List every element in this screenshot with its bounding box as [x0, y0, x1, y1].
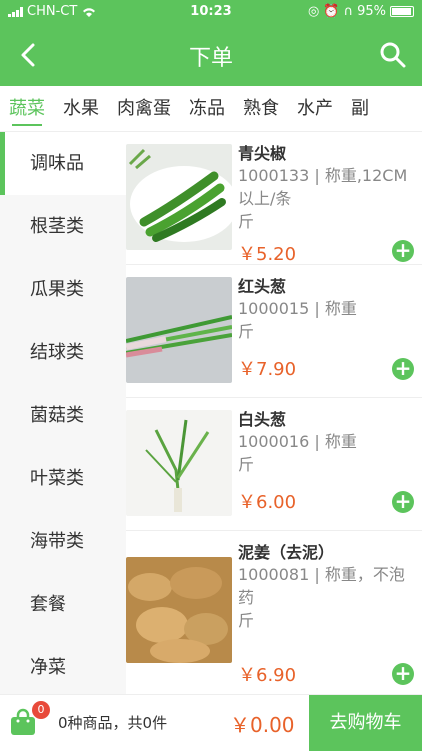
product-name: 青尖椒 — [238, 144, 287, 163]
product-desc: 1000015 | 称重斤 — [238, 299, 357, 341]
add-to-cart-button[interactable]: + — [392, 491, 414, 513]
product-item[interactable]: 红头葱 1000015 | 称重斤 ￥7.90 + — [126, 265, 422, 398]
subcategory-sidebar: 调味品 根茎类 瓜果类 结球类 菌菇类 叶菜类 海带类 套餐 净菜 — [0, 132, 126, 694]
product-image — [126, 144, 232, 250]
product-image — [126, 410, 232, 516]
product-desc: 1000133 | 称重,12CM以上/条斤 — [238, 166, 408, 231]
alarm-icon: ⏰ — [323, 4, 340, 19]
product-image — [126, 557, 232, 663]
product-item[interactable]: 青尖椒 1000133 | 称重,12CM以上/条斤 ￥5.20 + — [126, 132, 422, 265]
add-to-cart-button[interactable]: + — [392, 240, 414, 262]
tab-cooked-food[interactable]: 熟食 — [234, 86, 288, 131]
product-desc: 1000081 | 称重，不泡药斤 — [238, 565, 405, 630]
sidebar-item-clean-veg[interactable]: 净菜 — [0, 636, 126, 699]
sidebar-item-leafy[interactable]: 叶菜类 — [0, 447, 126, 510]
sidebar-item-root-stem[interactable]: 根茎类 — [0, 195, 126, 258]
tab-seafood[interactable]: 水产 — [288, 86, 342, 131]
product-price: ￥6.90 — [238, 665, 297, 686]
sidebar-item-kelp[interactable]: 海带类 — [0, 510, 126, 573]
search-icon[interactable] — [378, 40, 408, 70]
product-name: 红头葱 — [238, 277, 287, 296]
sidebar-item-mushroom[interactable]: 菌菇类 — [0, 384, 126, 447]
add-to-cart-button[interactable]: + — [392, 358, 414, 380]
product-price: ￥7.90 — [238, 359, 297, 380]
product-price: ￥6.00 — [238, 492, 297, 513]
headphones-icon: ∩ — [343, 4, 354, 19]
cart-count-badge: 0 — [32, 701, 50, 719]
product-item[interactable]: 白头葱 1000016 | 称重斤 ￥6.00 + — [126, 398, 422, 531]
sidebar-item-heading[interactable]: 结球类 — [0, 321, 126, 384]
go-to-cart-button[interactable]: 去购物车 — [309, 695, 422, 751]
product-name: 泥姜（去泥） — [238, 543, 335, 562]
nav-bar: 下单 — [0, 24, 422, 86]
cart-bar: 0 0种商品，共0件 ￥0.00 去购物车 — [0, 694, 422, 751]
tab-meat-poultry-eggs[interactable]: 肉禽蛋 — [108, 86, 180, 131]
product-image — [126, 277, 232, 383]
tab-vegetables[interactable]: 蔬菜 — [0, 86, 54, 131]
add-to-cart-button[interactable]: + — [392, 663, 414, 685]
product-name: 白头葱 — [238, 410, 287, 429]
sidebar-item-melon-fruit[interactable]: 瓜果类 — [0, 258, 126, 321]
status-bar: CHN-CT 10:23 ◎ ⏰ ∩ 95% — [0, 0, 422, 24]
tab-frozen[interactable]: 冻品 — [180, 86, 234, 131]
cart-summary: 0种商品，共0件 — [58, 714, 168, 732]
battery-percent: 95% — [357, 4, 386, 19]
battery-icon — [390, 6, 414, 17]
cart-total: ￥0.00 — [230, 713, 295, 737]
product-item[interactable]: 泥姜（去泥） 1000081 | 称重，不泡药斤 ￥6.90 + — [126, 531, 422, 694]
product-list: 青尖椒 1000133 | 称重,12CM以上/条斤 ￥5.20 + 红头葱 1… — [126, 132, 422, 694]
tab-sub[interactable]: 副 — [342, 86, 378, 131]
page-title: 下单 — [188, 46, 233, 71]
category-tabs: 蔬菜 水果 肉禽蛋 冻品 熟食 水产 副 — [0, 86, 422, 132]
product-desc: 1000016 | 称重斤 — [238, 432, 357, 474]
product-price: ￥5.20 — [238, 244, 297, 265]
lock-rotation-icon: ◎ — [308, 4, 320, 19]
sidebar-item-combo[interactable]: 套餐 — [0, 573, 126, 636]
sidebar-item-seasoning[interactable]: 调味品 — [0, 132, 126, 195]
tab-fruit[interactable]: 水果 — [54, 86, 108, 131]
